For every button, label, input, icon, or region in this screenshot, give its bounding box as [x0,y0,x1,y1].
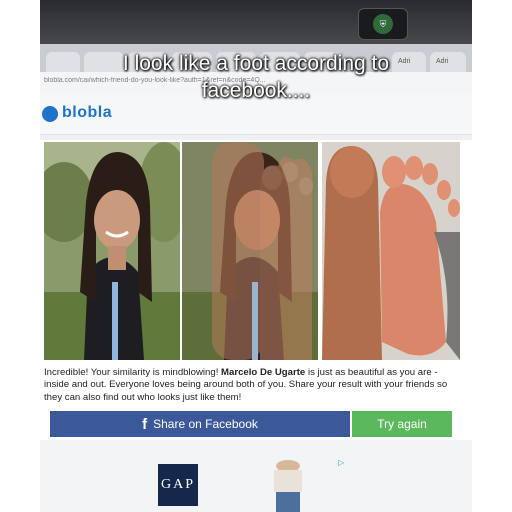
phone-photo-of-screen: ⛨ Adri Adri blobla.com/cai/which-friend-… [40,0,472,512]
foot-photo [322,142,460,360]
try-again-button[interactable]: Try again [352,411,452,437]
meme-caption: I look like a foot according to facebook… [122,52,390,102]
share-button-label: Share on Facebook [153,417,258,431]
quiz-result-panel: Incredible! Your similarity is mindblowi… [40,140,472,460]
facebook-icon: f [142,415,148,433]
blended-photo [182,142,318,360]
ad-model-image[interactable] [258,458,318,512]
browser-tab[interactable]: Adri [430,52,466,72]
advertisement[interactable]: GAP ▷ [40,440,472,512]
face-photo [44,142,180,360]
blobla-logo-icon [42,106,58,122]
gap-ad-logo[interactable]: GAP [158,464,198,506]
ad-choices-icon[interactable]: ▷ [338,458,344,467]
browser-tab[interactable] [46,52,80,72]
match-name: Marcelo De Ugarte [221,367,306,378]
webcam-cover: ⛨ [358,8,408,40]
share-on-facebook-button[interactable]: f Share on Facebook [50,411,350,437]
try-again-label: Try again [377,417,427,431]
result-image-strip [44,142,460,360]
shield-sticker-icon: ⛨ [373,14,393,34]
result-message: Incredible! Your similarity is mindblowi… [44,367,458,404]
site-logo[interactable]: blobla [62,104,112,122]
result-text-intro: Incredible! Your similarity is mindblowi… [44,367,222,378]
laptop-bezel: ⛨ [40,0,472,44]
